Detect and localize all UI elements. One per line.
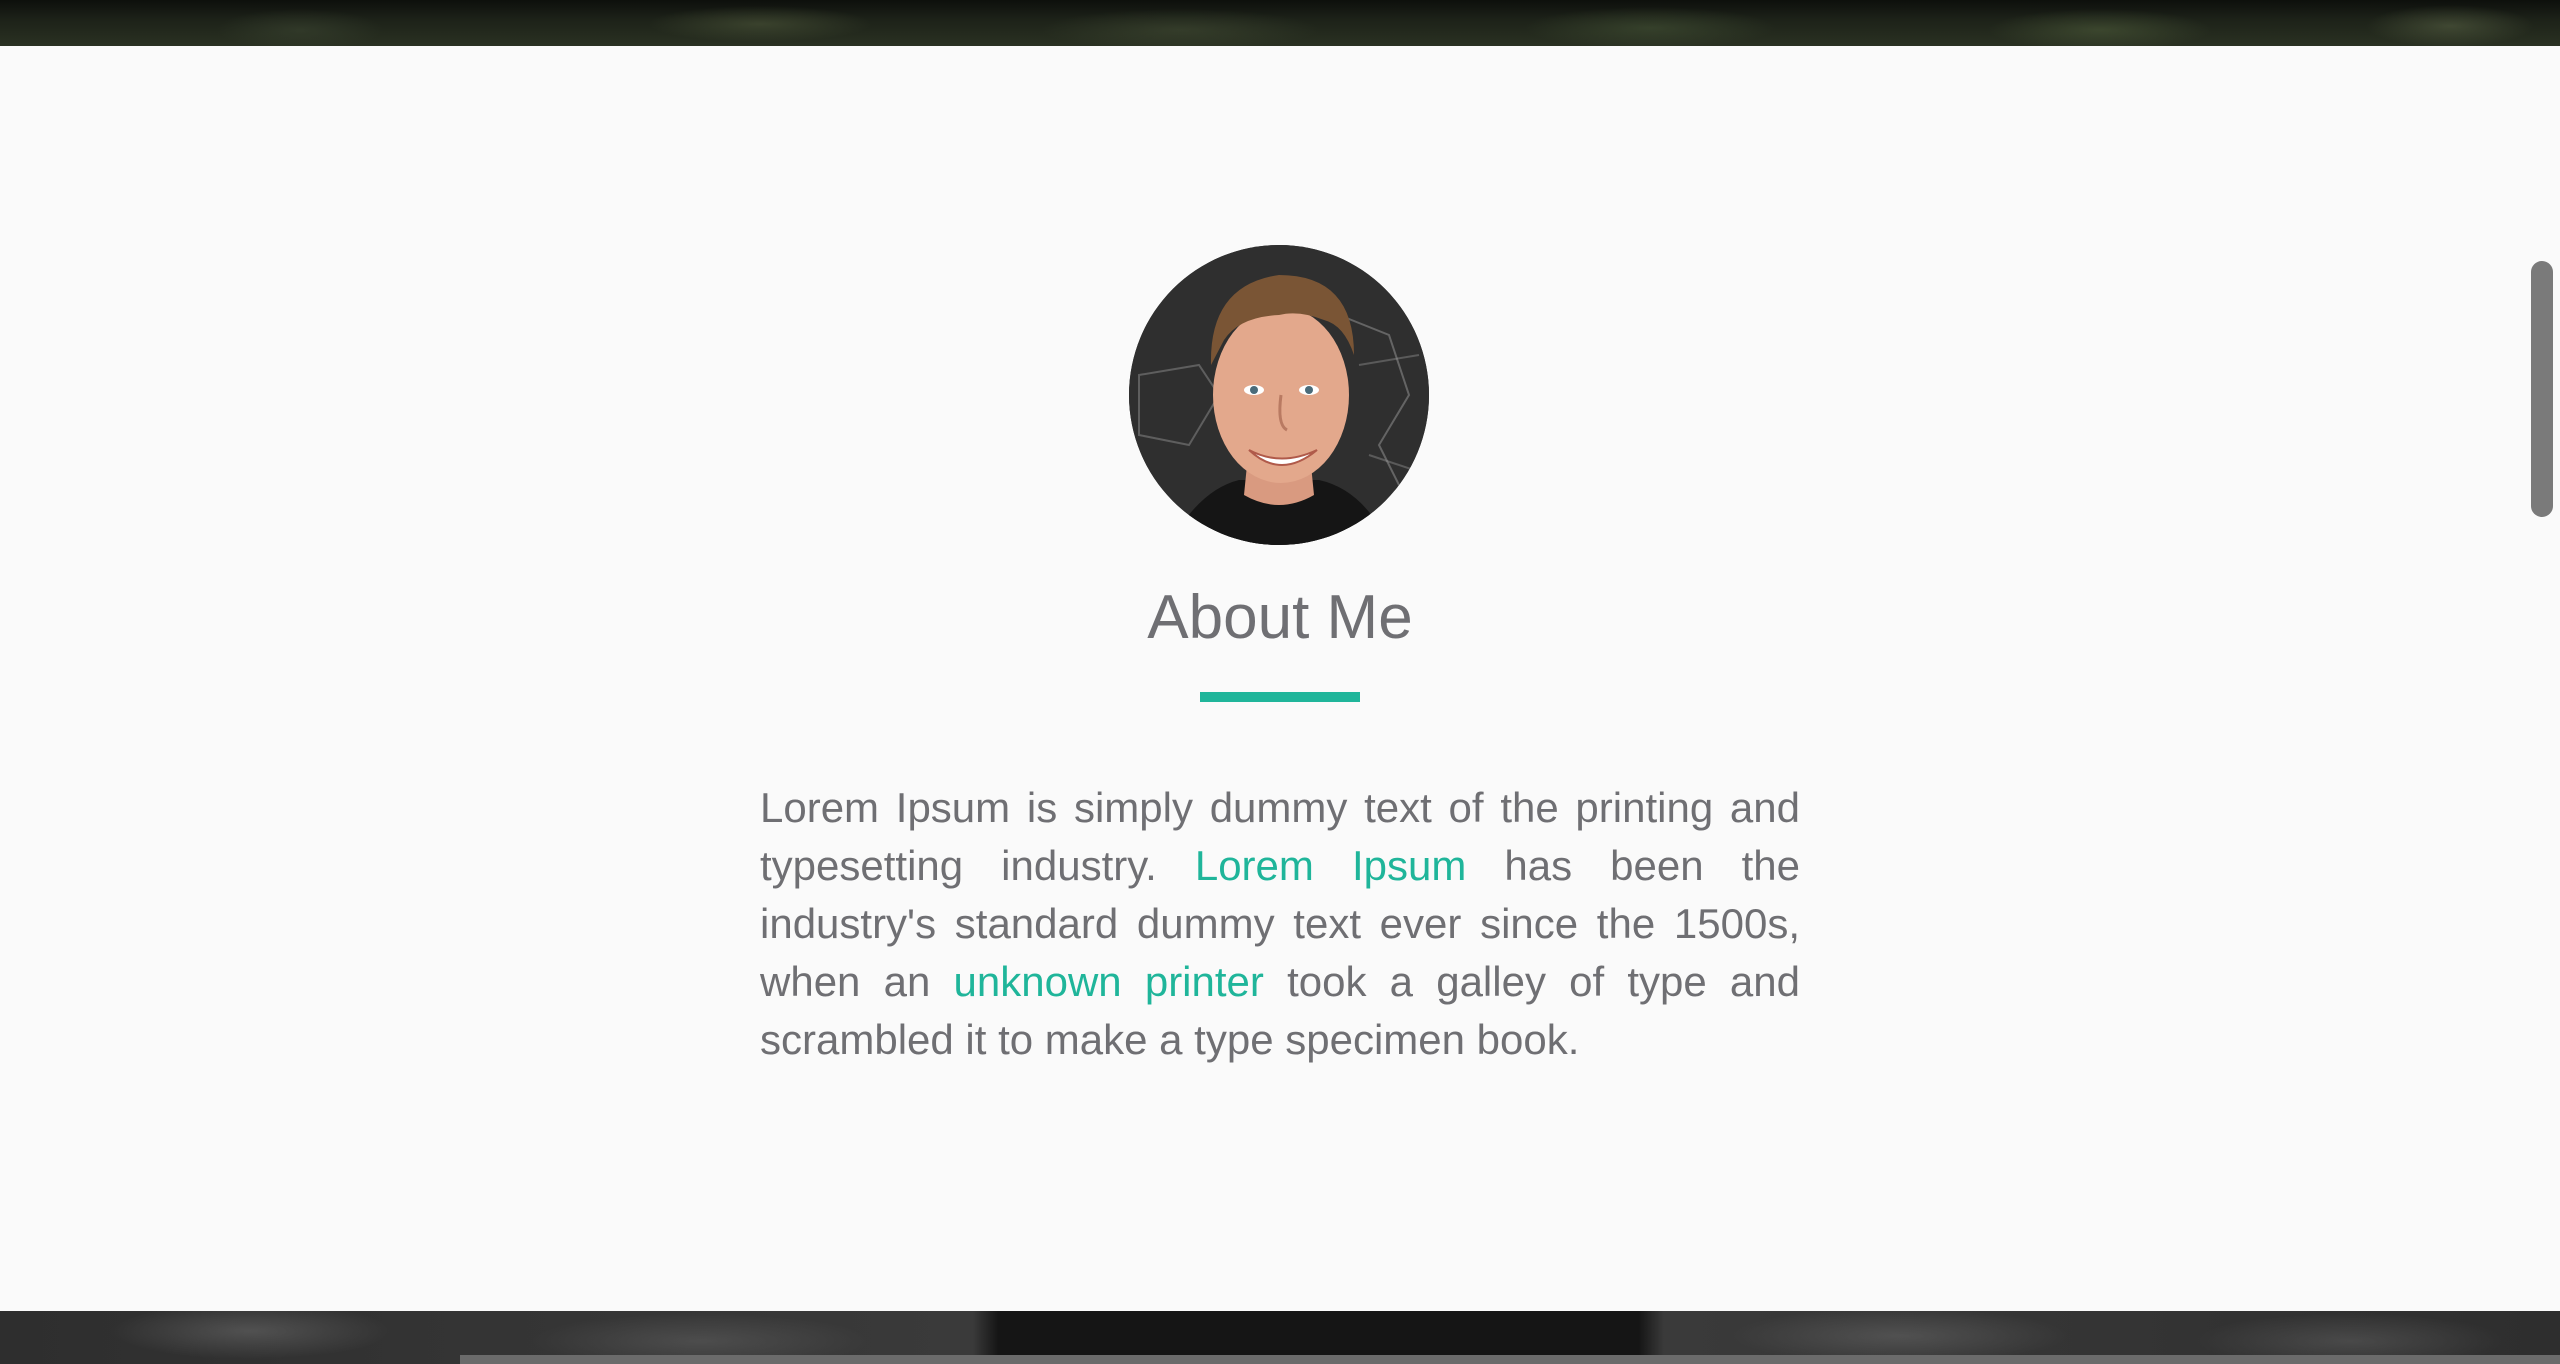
bio-highlight-unknown-printer: unknown printer bbox=[953, 958, 1264, 1005]
page: About Me Lorem Ipsum is simply dummy tex… bbox=[0, 0, 2560, 1364]
bio-highlight-lorem-ipsum: Lorem Ipsum bbox=[1194, 842, 1467, 889]
profile-avatar bbox=[1129, 245, 1429, 545]
vertical-scrollbar-thumb[interactable] bbox=[2531, 261, 2553, 517]
profile-photo bbox=[1129, 245, 1429, 545]
title-underline bbox=[1200, 692, 1360, 702]
horizontal-scrollbar[interactable] bbox=[460, 1355, 2560, 1364]
hero-image-bottom-edge bbox=[0, 0, 2560, 46]
about-bio: Lorem Ipsum is simply dummy text of the … bbox=[760, 779, 1800, 1069]
section-title: About Me bbox=[1147, 583, 1413, 652]
